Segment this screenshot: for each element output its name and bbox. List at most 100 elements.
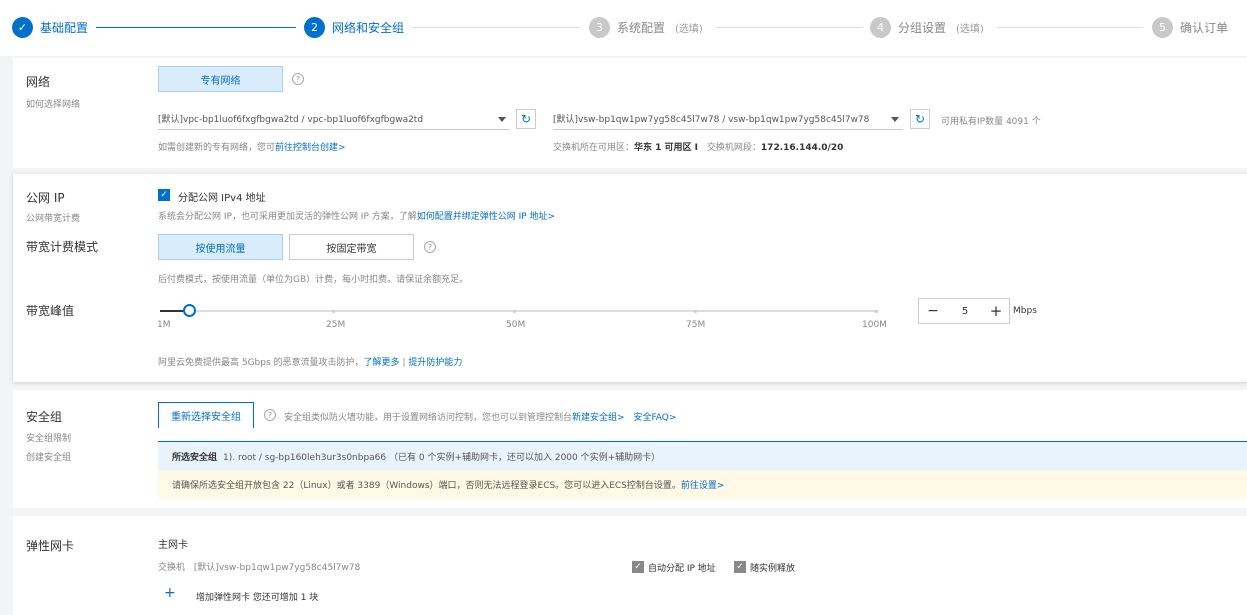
slider-tick: [875, 310, 878, 313]
slider-handle[interactable]: [183, 304, 196, 317]
vpc-hint: 如需创建新的专有网络，您可前往控制台创建>: [158, 140, 346, 153]
bandwidth-unit: Mbps: [1013, 306, 1037, 316]
step-number: 5: [1152, 17, 1173, 38]
public-ip-desc: 系统会分配公网 IP，也可采用更加灵活的弹性公网 IP 方案，了解如何配置并绑定…: [158, 209, 555, 222]
step-label: 确认订单: [1180, 21, 1229, 35]
public-ip-label: 公网 IP: [26, 191, 65, 205]
slider-track[interactable]: [160, 310, 878, 312]
step-3[interactable]: 3 系统配置 (选填): [589, 17, 703, 38]
public-ip-checkbox-label: 分配公网 IPv4 地址: [178, 193, 266, 204]
switch-prefix: 交换机: [158, 563, 186, 573]
available-ip-count: 可用私有IP数量 4091 个: [941, 117, 1041, 127]
auto-ip-label: 自动分配 IP 地址: [648, 564, 716, 574]
billing-by-bandwidth-button[interactable]: 按固定带宽: [289, 234, 414, 260]
step-1[interactable]: ✓ 基础配置: [12, 17, 88, 38]
question-circle-icon[interactable]: ?: [292, 73, 304, 85]
selected-security-group-value: 1). root / sg-bp160leh3ur3s0nbpa66 （已有 0…: [223, 452, 661, 463]
learn-more-link[interactable]: 了解更多: [364, 358, 400, 368]
step-label: 基础配置: [40, 21, 89, 35]
vpc-hint-text: 如需创建新的专有网络，您可: [158, 143, 276, 153]
zone-label: 交换机所在可用区：: [553, 143, 635, 153]
network-help-link[interactable]: 如何选择网络: [26, 97, 80, 110]
billing-by-traffic-button[interactable]: 按使用流量: [158, 234, 283, 260]
public-ip-sub: 公网带宽计费: [26, 214, 81, 224]
link-separator: |: [402, 358, 406, 368]
vswitch-select-value: [默认]vsw-bp1qw1pw7yg58c45l7w78 / vsw-bp1q…: [553, 115, 870, 125]
minus-icon[interactable]: −: [919, 303, 947, 319]
cidr-label: 交换机网段：: [706, 143, 761, 153]
step-label: 系统配置: [617, 21, 666, 35]
vswitch-select[interactable]: [默认]vsw-bp1qw1pw7yg58c45l7w78 / vsw-bp1q…: [553, 108, 903, 130]
slider-mark: 1M: [157, 320, 171, 330]
plus-icon[interactable]: +: [164, 585, 176, 601]
question-circle-icon[interactable]: ?: [424, 241, 436, 253]
refresh-icon[interactable]: ↻: [516, 109, 536, 129]
selected-security-group-label: 所选安全组: [172, 452, 218, 463]
bandwidth-stepper[interactable]: − 5 +: [918, 298, 1010, 324]
step-line: [716, 27, 862, 28]
check-icon: ✓: [12, 17, 33, 38]
step-optional: (选填): [675, 24, 703, 35]
vpc-type-button[interactable]: 专有网络: [158, 66, 283, 92]
slider-tick: [513, 310, 516, 313]
step-number: 4: [870, 17, 891, 38]
plus-icon[interactable]: +: [983, 302, 1009, 320]
cidr-value: 172.16.144.0/20: [760, 143, 844, 153]
security-group-label: 安全组: [26, 410, 63, 424]
release-with-instance-label: 随实例释放: [750, 564, 796, 574]
public-ip-desc-text: 系统会分配公网 IP，也可采用更加灵活的弹性公网 IP 方案，了解: [158, 212, 417, 222]
main-nic-switch: 交换机 [默认]vsw-bp1qw1pw7yg58c45l7w78: [158, 560, 360, 573]
step-2[interactable]: 2 网络和安全组: [304, 17, 404, 38]
ddos-note-text: 阿里云免费提供最高 5Gbps 的恶意流量攻击防护，: [158, 358, 364, 368]
security-warning-text: 请确保所选安全组开放包含 22（Linux）或者 3389（Windows）端口…: [172, 481, 681, 491]
public-ip-checkbox[interactable]: ✓: [158, 189, 170, 201]
step-label: 分组设置: [898, 21, 947, 35]
slider-mark: 25M: [326, 320, 346, 330]
zone-value: 华东 1 可用区 I: [634, 143, 699, 153]
bandwidth-value[interactable]: 5: [947, 306, 983, 317]
release-with-instance-checkbox[interactable]: ✓: [734, 561, 746, 573]
main-nic-label: 主网卡: [158, 540, 188, 551]
step-5[interactable]: 5 确认订单: [1152, 17, 1228, 38]
step-line: [997, 27, 1143, 28]
add-eni-label[interactable]: 增加弹性网卡 您还可增加 1 块: [196, 590, 318, 603]
security-group-limit-link[interactable]: 安全组限制: [26, 431, 71, 444]
refresh-icon[interactable]: ↻: [910, 109, 930, 129]
create-security-group-link[interactable]: 创建安全组: [26, 450, 71, 463]
improve-protection-link[interactable]: 提升防护能力: [408, 358, 462, 368]
slider-mark: 50M: [506, 320, 526, 330]
step-4[interactable]: 4 分组设置 (选填): [870, 17, 984, 38]
selected-security-group-row: 所选安全组 1). root / sg-bp160leh3ur3s0nbpa66…: [158, 441, 1247, 470]
billing-desc: 后付费模式，按使用流量（单位为GB）计费，每小时扣费。请保证余额充足。: [158, 275, 469, 285]
chevron-down-icon: [498, 117, 506, 122]
step-optional: (选填): [956, 24, 984, 35]
switch-value: [默认]vsw-bp1qw1pw7yg58c45l7w78: [193, 563, 361, 573]
step-number: 2: [304, 17, 325, 38]
security-group-desc: 安全组类似防火墙功能，用于设置网络访问控制，您也可以到管理控制台新建安全组> 安…: [284, 410, 676, 423]
security-faq-link[interactable]: 安全FAQ>: [633, 413, 676, 423]
step-number: 3: [589, 17, 610, 38]
auto-ip-checkbox[interactable]: ✓: [632, 561, 644, 573]
slider-mark: 100M: [862, 320, 887, 330]
new-security-group-link[interactable]: 新建安全组>: [572, 413, 625, 423]
step-line: [412, 27, 580, 28]
billing-mode-label: 带宽计费模式: [26, 240, 99, 254]
security-warning-row: 请确保所选安全组开放包含 22（Linux）或者 3389（Windows）端口…: [158, 470, 1247, 499]
slider-mark: 75M: [686, 320, 706, 330]
security-group-desc-text: 安全组类似防火墙功能，用于设置网络访问控制，您也可以到管理控制台: [284, 413, 573, 423]
vpc-select[interactable]: [默认]vpc-bp1luof6fxgfbgwa2td / vpc-bp1luo…: [158, 108, 510, 130]
eip-bind-link[interactable]: 如何配置并绑定弹性公网 IP 地址>: [417, 212, 555, 222]
go-settings-link[interactable]: 前往设置>: [681, 478, 725, 491]
step-line: [96, 27, 296, 28]
question-circle-icon[interactable]: ?: [264, 409, 276, 421]
slider-tick: [694, 310, 697, 313]
vpc-select-value: [默认]vpc-bp1luof6fxgfbgwa2td / vpc-bp1luo…: [158, 115, 424, 125]
slider-tick: [332, 310, 335, 313]
create-vpc-link[interactable]: 前往控制台创建>: [275, 143, 346, 153]
chevron-down-icon: [891, 117, 899, 122]
step-label: 网络和安全组: [332, 21, 405, 35]
ddos-note: 阿里云免费提供最高 5Gbps 的恶意流量攻击防护，了解更多 | 提升防护能力: [158, 355, 462, 368]
vswitch-info: 交换机所在可用区：华东 1 可用区 I 交换机网段：172.16.144.0/2…: [553, 140, 843, 153]
eni-label: 弹性网卡: [26, 539, 75, 553]
reselect-security-group-button[interactable]: 重新选择安全组: [158, 402, 254, 428]
